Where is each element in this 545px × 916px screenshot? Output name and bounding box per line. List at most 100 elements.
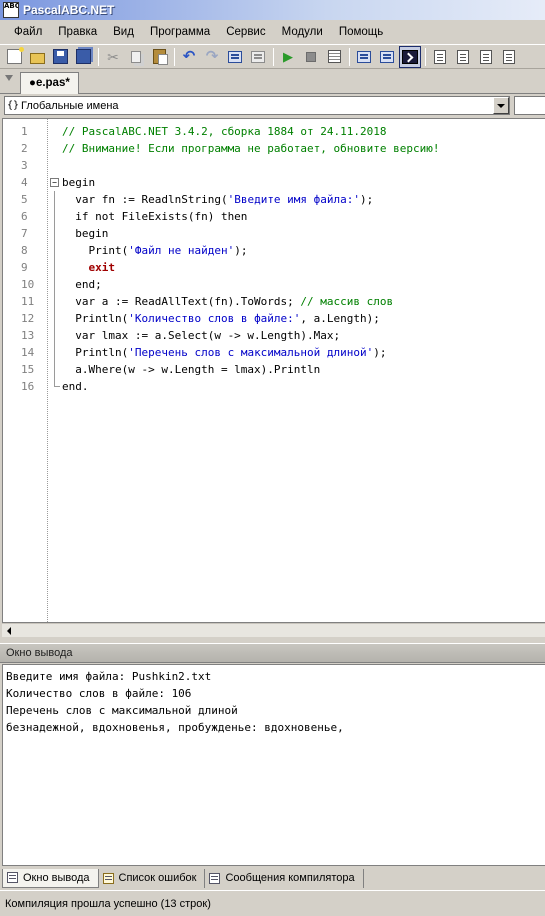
open-button[interactable]: [26, 46, 48, 68]
step-over-icon: [380, 50, 394, 63]
debug-window-button[interactable]: [323, 46, 345, 68]
scope-dropdown[interactable]: {} Глобальные имена: [4, 96, 510, 115]
tab-output-window[interactable]: Окно вывода: [2, 868, 99, 888]
tab-compiler-messages[interactable]: Сообщения компилятора: [205, 868, 364, 888]
line-number: 15: [21, 363, 35, 376]
code-text: var lmax := a.Select(w -> w.Length).Max;: [62, 327, 340, 344]
uncomment-button[interactable]: [247, 46, 269, 68]
code-token: begin: [62, 176, 96, 189]
output-text-area[interactable]: Введите имя файла: Pushkin2.txt Количеств…: [2, 664, 545, 866]
fold-toggle-icon[interactable]: −: [50, 178, 59, 187]
tab-label: Список ошибок: [118, 872, 197, 884]
fold-guide: [54, 310, 55, 327]
code-line: 3: [3, 157, 545, 174]
code-text: if not FileExists(fn) then: [62, 208, 247, 225]
line-number: 10: [21, 278, 35, 291]
scroll-left-icon[interactable]: [2, 624, 16, 637]
code-token: var a := ReadAllText(fn).ToWords;: [62, 295, 301, 308]
dropdown-arrow-icon[interactable]: [493, 97, 509, 114]
horizontal-scrollbar[interactable]: [2, 623, 545, 637]
console-button[interactable]: [399, 45, 421, 68]
comment-icon: [228, 50, 242, 63]
code-token: Print(: [62, 244, 129, 257]
ide-window: ABC PascalABC.NET Файл Правка Вид Програ…: [0, 0, 545, 916]
unit-icon: [480, 49, 492, 64]
code-line: 12 Println('Количество слов в файле:', a…: [3, 310, 545, 327]
fold-guide: [54, 191, 55, 208]
namespace-icon: {}: [7, 100, 20, 111]
code-line: 13 var lmax := a.Select(w -> w.Length).M…: [3, 327, 545, 344]
doc-button[interactable]: [498, 46, 520, 68]
line-number: 1: [21, 125, 28, 138]
code-string: 'Введите имя файла:': [227, 193, 361, 206]
line-number: 16: [21, 380, 35, 393]
toolbar-separator: [425, 47, 426, 66]
fold-guide: [54, 344, 55, 361]
chevron-down-icon[interactable]: [5, 75, 13, 81]
step-into-button[interactable]: [353, 46, 375, 68]
app-logo-icon: ABC: [3, 2, 19, 18]
menu-view[interactable]: Вид: [105, 22, 142, 42]
fold-guide: [54, 276, 55, 293]
cut-button[interactable]: ✂: [102, 46, 124, 68]
code-token: end.: [62, 380, 89, 393]
code-token: Println(: [62, 346, 129, 359]
menu-modules[interactable]: Модули: [274, 22, 331, 42]
redo-icon: ↷: [205, 48, 219, 65]
code-line: 4 begin −: [3, 174, 545, 191]
menu-bar: Файл Правка Вид Программа Сервис Модули …: [0, 21, 545, 43]
toolbar: ✂ ↶ ↷ ▶: [0, 44, 545, 69]
redo-button[interactable]: ↷: [201, 46, 223, 68]
new-file-icon: [6, 47, 24, 64]
code-token: var lmax := a.Select(w -> w.Length).Max;: [62, 329, 341, 342]
debug-window-icon: [327, 50, 341, 63]
code-line: 6 if not FileExists(fn) then: [3, 208, 545, 225]
comment-button[interactable]: [224, 46, 246, 68]
menu-service[interactable]: Сервис: [218, 22, 273, 42]
run-icon: ▶: [283, 49, 293, 64]
new-file-button[interactable]: [3, 46, 25, 68]
code-comment: // Внимание! Если программа не работает,…: [62, 142, 440, 155]
code-line: 11 var a := ReadAllText(fn).ToWords; // …: [3, 293, 545, 310]
output-window-icon: [7, 872, 18, 883]
fold-guide: [54, 361, 55, 378]
stop-button[interactable]: [300, 46, 322, 68]
menu-help[interactable]: Помощь: [331, 22, 391, 42]
undo-icon: ↶: [182, 48, 196, 65]
paste-button[interactable]: [148, 46, 170, 68]
code-editor[interactable]: 1 // PascalABC.NET 3.4.2, сборка 1884 от …: [2, 118, 545, 623]
code-line: 5 var fn := ReadlnString('Введите имя фа…: [3, 191, 545, 208]
code-line: 2 // Внимание! Если программа не работает…: [3, 140, 545, 157]
menu-edit[interactable]: Правка: [50, 22, 105, 42]
run-button[interactable]: ▶: [277, 46, 299, 68]
save-all-button[interactable]: [72, 46, 94, 68]
tab-error-list[interactable]: Список ошибок: [99, 868, 206, 888]
fold-guide: [54, 259, 55, 276]
line-number: 5: [21, 193, 28, 206]
code-comment: // PascalABC.NET 3.4.2, сборка 1884 от 2…: [62, 125, 387, 138]
uncomment-icon: [251, 50, 265, 63]
save-button[interactable]: [49, 46, 71, 68]
menu-file[interactable]: Файл: [6, 22, 50, 42]
unit-button[interactable]: [475, 46, 497, 68]
document-tab-strip: ●e.pas*: [0, 70, 545, 94]
line-number: 6: [21, 210, 28, 223]
bottom-tab-bar: Окно вывода Список ошибок Сообщения комп…: [0, 867, 545, 889]
output-line: безнадежной, вдохновенья, пробужденье: в…: [6, 721, 344, 734]
status-bar: Компиляция прошла успешно (13 строк): [0, 890, 545, 916]
code-text: Print('Файл не найден');: [62, 242, 247, 259]
step-over-button[interactable]: [376, 46, 398, 68]
error-list-icon: [102, 872, 114, 884]
form-button[interactable]: [429, 46, 451, 68]
tab-e-pas[interactable]: ●e.pas*: [20, 72, 79, 94]
copy-button[interactable]: [125, 46, 147, 68]
console-icon: [402, 49, 418, 64]
undo-button[interactable]: ↶: [178, 46, 200, 68]
member-dropdown[interactable]: [514, 96, 545, 115]
output-line: Перечень слов с максимальной длиной: [6, 704, 238, 717]
fold-guide: [54, 242, 55, 259]
menu-program[interactable]: Программа: [142, 22, 218, 42]
code-text: end;: [62, 276, 102, 293]
module-button[interactable]: [452, 46, 474, 68]
line-number: 9: [21, 261, 28, 274]
